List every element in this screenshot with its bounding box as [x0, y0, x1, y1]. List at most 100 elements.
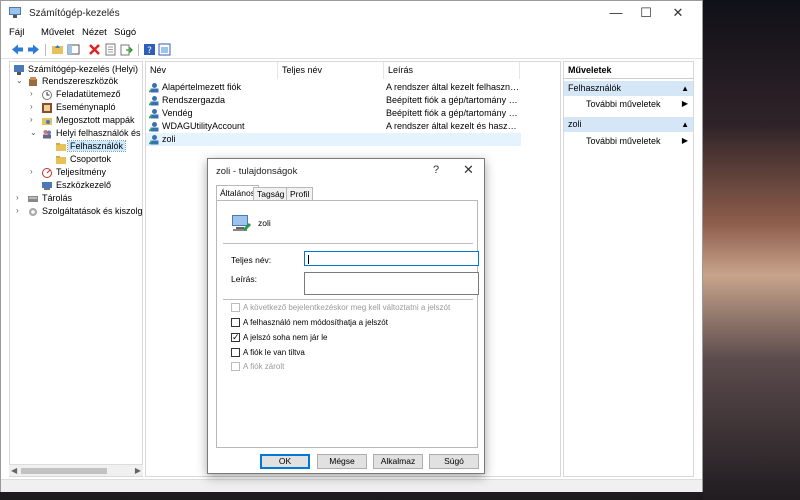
folder-icon	[56, 156, 66, 164]
table-row[interactable]: Vendég Beépített fiók a gép/tartomány ve…	[146, 107, 521, 120]
text-caret	[308, 255, 309, 264]
submenu-arrow-icon: ▶	[681, 99, 688, 108]
user-icon	[149, 135, 159, 145]
menu-help[interactable]: Súgó	[114, 27, 136, 38]
forward-icon[interactable]	[27, 43, 40, 56]
checkbox-box[interactable]	[231, 348, 240, 357]
dialog-close-button[interactable]: ✕	[463, 162, 474, 178]
menu-file[interactable]: Fájl	[9, 27, 24, 38]
console-tree: Számítógép-kezelés (Helyi) ⌄ Rendszeresz…	[9, 61, 143, 477]
more-actions-users[interactable]: További műveletek ▶	[564, 97, 693, 111]
performance-icon	[42, 168, 52, 178]
svg-text:?: ?	[147, 46, 152, 56]
tools-icon	[29, 77, 37, 86]
back-icon[interactable]	[11, 43, 24, 56]
user-icon	[149, 96, 159, 106]
properties-icon[interactable]	[104, 43, 117, 56]
delete-icon[interactable]	[88, 43, 101, 56]
user-icon	[149, 109, 159, 119]
description-input[interactable]	[304, 272, 479, 295]
toolbar-separator	[138, 44, 139, 56]
expand-arrow-icon[interactable]: ›	[30, 167, 38, 176]
actions-section-users[interactable]: Felhasználók ▲	[564, 81, 693, 96]
users-icon	[43, 130, 51, 139]
checkmark-icon: ✓	[232, 332, 240, 342]
dialog-username: zoli	[258, 218, 271, 228]
table-row[interactable]: Alapértelmezett fiók A rendszer által ke…	[146, 81, 521, 94]
maximize-button[interactable]: ☐	[631, 1, 661, 25]
dialog-title: zoli - tulajdonságok	[216, 166, 298, 177]
storage-icon	[28, 196, 38, 202]
tree-horizontal-scrollbar[interactable]: ◀ ▶	[9, 464, 143, 476]
shared-folder-icon	[42, 118, 52, 125]
user-icon	[149, 122, 159, 132]
status-bar	[1, 479, 702, 492]
menu-bar: Fájl Művelet Nézet Súgó	[1, 25, 702, 41]
tab-membership[interactable]: Tagság	[253, 187, 289, 201]
table-row[interactable]: WDAGUtilityAccount A rendszer által keze…	[146, 120, 521, 133]
desktop-background	[703, 0, 800, 500]
user-properties-dialog: zoli - tulajdonságok ? ✕ Általános Tagsá…	[207, 158, 485, 474]
computer-management-icon	[14, 65, 24, 75]
computer-management-icon	[9, 7, 21, 18]
window-title: Számítógép-kezelés	[29, 8, 120, 19]
title-bar: Számítógép-kezelés — ☐ ✕	[1, 1, 702, 25]
actions-pane: Műveletek Felhasználók ▲ További művelet…	[563, 61, 694, 477]
expand-arrow-icon[interactable]: ›	[30, 89, 38, 98]
scroll-left-icon[interactable]: ◀	[11, 466, 17, 475]
dialog-help-button[interactable]: ?	[433, 164, 439, 176]
ok-button[interactable]: OK	[260, 454, 310, 469]
checkbox-box[interactable]	[231, 303, 240, 312]
up-folder-icon[interactable]	[51, 43, 64, 56]
help-icon[interactable]: ?	[143, 43, 156, 56]
minimize-button[interactable]: —	[601, 1, 631, 25]
general-tab-pane: zoli Teljes név: Leírás: A következő bej…	[216, 200, 479, 448]
collapse-up-icon[interactable]: ▲	[681, 81, 689, 96]
checkbox-box[interactable]	[231, 318, 240, 327]
actions-section-zoli[interactable]: zoli ▲	[564, 117, 693, 132]
expand-arrow-icon[interactable]: ›	[16, 206, 24, 215]
collapse-arrow-icon[interactable]: ⌄	[16, 76, 24, 85]
checkbox-box[interactable]	[231, 362, 240, 371]
divider	[223, 243, 473, 244]
checkbox-box[interactable]: ✓	[231, 332, 240, 342]
scrollbar-thumb[interactable]	[21, 468, 107, 474]
divider	[223, 299, 473, 300]
clock-icon	[42, 90, 52, 100]
full-name-label: Teljes név:	[231, 255, 272, 265]
column-header-name[interactable]: Név	[146, 62, 278, 79]
services-icon	[29, 208, 37, 216]
user-account-icon	[232, 215, 252, 232]
description-label: Leírás:	[231, 274, 257, 284]
expand-arrow-icon[interactable]: ›	[16, 193, 24, 202]
user-icon	[149, 83, 159, 93]
cancel-button[interactable]: Mégse	[317, 454, 367, 469]
submenu-arrow-icon: ▶	[681, 136, 688, 145]
full-name-input[interactable]	[304, 251, 479, 266]
column-header-full-name[interactable]: Teljes név	[278, 62, 384, 79]
toolbar: ?	[1, 41, 702, 59]
table-row-selected[interactable]: zoli	[146, 133, 521, 146]
collapse-up-icon[interactable]: ▲	[681, 117, 689, 132]
expand-arrow-icon[interactable]: ›	[30, 115, 38, 124]
show-hide-tree-icon[interactable]	[67, 43, 80, 56]
scroll-right-icon[interactable]: ▶	[135, 466, 141, 475]
event-log-icon	[42, 103, 52, 113]
folder-icon	[56, 143, 66, 151]
export-icon[interactable]	[120, 43, 133, 56]
expand-arrow-icon[interactable]: ›	[30, 102, 38, 111]
menu-action[interactable]: Művelet	[41, 27, 74, 38]
actions-title: Műveletek	[564, 62, 693, 79]
menu-view[interactable]: Nézet	[82, 27, 107, 38]
close-button[interactable]: ✕	[663, 1, 693, 25]
console-icon[interactable]	[158, 43, 171, 56]
help-button[interactable]: Súgó	[429, 454, 479, 469]
table-row[interactable]: Rendszergazda Beépített fiók a gép/tarto…	[146, 94, 521, 107]
toolbar-separator	[45, 44, 46, 56]
tab-profile[interactable]: Profil	[286, 187, 314, 201]
collapse-arrow-icon[interactable]: ⌄	[30, 128, 38, 137]
apply-button[interactable]: Alkalmaz	[373, 454, 423, 469]
column-header-description[interactable]: Leírás	[384, 62, 520, 79]
more-actions-zoli[interactable]: További műveletek ▶	[564, 134, 693, 148]
device-manager-icon	[42, 182, 52, 190]
